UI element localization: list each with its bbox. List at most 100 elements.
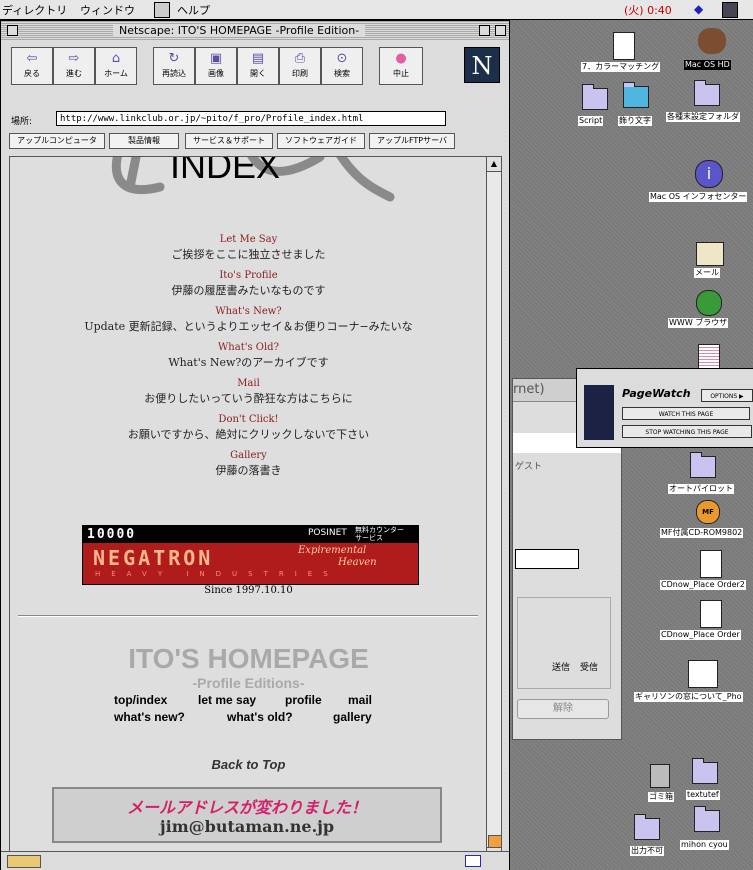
menu-help[interactable]: ヘルプ [177, 2, 210, 18]
folder-icon [634, 814, 660, 840]
menu-window[interactable]: ウィンドウ [80, 2, 135, 18]
background-window-input[interactable] [515, 549, 579, 569]
browser-window: Netscape: ITO'S HOMEPAGE -Profile Editio… [0, 20, 510, 870]
reload-button[interactable]: ↻ 再読込 [153, 47, 195, 85]
back-button[interactable]: ⇦ 戻る [11, 47, 53, 85]
menu-bar: ディレクトリ ウィンドウ ヘルプ (火) 0:40 ◆ [0, 0, 753, 20]
footer-subtitle: -Profile Editions- [192, 675, 305, 691]
nav-link-let-me-say[interactable]: Let Me Say [10, 234, 487, 245]
directory-button-apple[interactable]: アップルコンピュータ [9, 133, 105, 149]
title-bar[interactable]: Netscape: ITO'S HOMEPAGE -Profile Editio… [1, 21, 509, 41]
index-heading: INDEX [170, 156, 281, 186]
nav-desc-gallery: 伊藤の落書き [215, 464, 282, 477]
footer-link-gallery[interactable]: gallery [333, 710, 372, 724]
access-counter-banner[interactable]: 10000 POSINET 無料カウンター サービス NEGATRON Expir… [82, 525, 419, 585]
print-button[interactable]: ⎙ 印刷 [279, 47, 321, 85]
guest-label: ゲスト [515, 462, 543, 472]
folder-icon [692, 758, 718, 784]
collapse-box[interactable] [495, 25, 506, 36]
document-icon [700, 550, 722, 578]
window-title: Netscape: ITO'S HOMEPAGE -Profile Editio… [113, 24, 366, 37]
pagewatch-options-button[interactable]: OPTIONS ▶ [701, 389, 753, 402]
folder-icon [694, 80, 720, 106]
directory-button-ftp[interactable]: アップルFTPサーバ [369, 133, 455, 149]
application-switcher-icon[interactable] [722, 2, 738, 18]
nav-link-profile[interactable]: Ito's Profile [10, 270, 487, 281]
vertical-scrollbar[interactable]: ▲ ▼ [486, 156, 502, 862]
footer-link-profile[interactable]: profile [285, 693, 322, 707]
counter-free-service: 無料カウンター サービス [355, 526, 404, 542]
stop-icon: ● [395, 51, 407, 66]
pagewatch-palette[interactable]: PageWatch OPTIONS ▶ WATCH THIS PAGE STOP… [576, 368, 753, 448]
stop-watching-button[interactable]: STOP WATCHING THIS PAGE [622, 425, 752, 438]
open-icon: ▤ [251, 51, 265, 66]
watch-this-page-button[interactable]: WATCH THIS PAGE [622, 407, 750, 420]
menu-directory[interactable]: ディレクトリ [2, 2, 67, 18]
binoculars-icon: ⊙ [336, 51, 348, 66]
zoom-box[interactable] [479, 25, 490, 36]
footer-link-top-index[interactable]: top/index [114, 693, 167, 707]
footer-link-let-me-say[interactable]: let me say [198, 693, 256, 707]
since-date: Since 1997.10.10 [204, 585, 293, 596]
images-button[interactable]: ▣ 画像 [195, 47, 237, 85]
directory-button-support[interactable]: サービス＆サポート [185, 133, 273, 149]
directory-button-software[interactable]: ソフトウェアガイド [277, 133, 365, 149]
mail-change-banner[interactable]: メールアドレスが変わりました！ jim@butaman.ne.jp [52, 787, 442, 843]
globe-icon [696, 290, 722, 316]
netscape-logo[interactable]: N [464, 47, 500, 83]
directory-button-products[interactable]: 製品情報 [109, 133, 179, 149]
menu-clock[interactable]: (火) 0:40 [624, 2, 672, 18]
url-field[interactable]: http://www.linkclub.or.jp/~pito/f_pro/Pr… [56, 111, 446, 126]
mail-address: jim@butaman.ne.jp [159, 817, 335, 836]
footer-title: ITO'S HOMEPAGE [128, 643, 369, 674]
nav-desc-whats-old: What's New?のアーカイブです [168, 356, 329, 369]
trash-icon [650, 764, 670, 788]
search-button[interactable]: ⊙ 検索 [321, 47, 363, 85]
page-content: INDEX Let Me Say ご挨拶をここに独立させました Ito's Pr… [9, 156, 488, 863]
mail-envelope-icon[interactable] [465, 855, 481, 867]
footer-link-whats-old[interactable]: what's old? [227, 710, 293, 724]
hard-disk-icon [698, 28, 726, 54]
stop-button[interactable]: ● 中止 [379, 47, 423, 85]
app-menu-icon[interactable] [154, 2, 170, 18]
open-button[interactable]: ▤ 開く [237, 47, 279, 85]
toolbar: ⇦ 戻る ⇨ 進む ⌂ ホーム ↻ 再読込 ▣ 画像 ▤ 開く ⎙ 印刷 ⊙ 検索 ● 中止 [1, 43, 509, 108]
scroll-up-arrow-icon[interactable]: ▲ [487, 157, 501, 172]
nav-link-whats-old[interactable]: What's Old? [10, 342, 487, 353]
nav-link-gallery[interactable]: Gallery [10, 450, 487, 461]
footer-link-whats-new[interactable]: what's new? [114, 710, 185, 724]
mail-change-notice: メールアドレスが変わりました！ [126, 798, 367, 817]
diamond-icon[interactable]: ◆ [694, 2, 708, 16]
nav-link-whats-new[interactable]: What's New? [10, 306, 487, 317]
lighthouse-icon [584, 385, 614, 440]
location-label: 場所: [11, 117, 33, 127]
footer-link-mail[interactable]: mail [348, 693, 372, 707]
nav-desc-mail: お便りしたいっていう酔狂な方はこちらに [144, 392, 353, 405]
nav-desc-profile: 伊藤の履歴書みたいなものです [171, 284, 326, 297]
close-box[interactable] [7, 25, 18, 36]
info-icon: i [695, 160, 723, 188]
document-icon [700, 600, 722, 628]
images-icon: ▣ [209, 51, 223, 66]
cancel-button[interactable]: 解除 [517, 699, 609, 719]
nav-link-dont-click[interactable]: Don't Click! [10, 414, 487, 425]
home-button[interactable]: ⌂ ホーム [95, 47, 137, 85]
back-to-top-link[interactable]: Back to Top [10, 757, 487, 772]
folder-icon [582, 84, 608, 110]
status-bar [1, 851, 509, 870]
counter-tagline-2: Heaven [338, 557, 377, 568]
send-label: 送信 [552, 663, 571, 673]
security-key-icon[interactable] [7, 855, 41, 868]
forward-button[interactable]: ⇨ 進む [53, 47, 95, 85]
nav-desc-whats-new: Update 更新記録、というよりエッセイ＆お便りコーナ−みたいな [84, 320, 413, 333]
divider [18, 615, 478, 617]
counter-tagline-1: Expiremental [298, 545, 367, 556]
counter-industries: HEAVY INDUSTRIES [95, 570, 339, 578]
counter-posinet: POSINET [308, 528, 347, 538]
cd-icon: MF [696, 500, 720, 524]
counter-brand: NEGATRON [93, 546, 214, 570]
nav-link-mail[interactable]: Mail [10, 378, 487, 389]
pagewatch-title: PageWatch [622, 387, 691, 400]
folder-icon [623, 82, 649, 108]
mail-icon [696, 242, 724, 266]
